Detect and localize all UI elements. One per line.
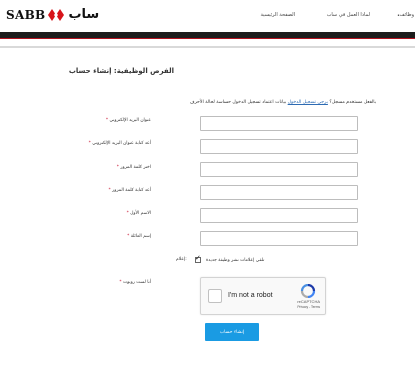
required-marker: *: [126, 211, 129, 216]
recaptcha-brand: reCAPTCHA: [297, 299, 320, 304]
required-marker: *: [116, 165, 119, 170]
robot-check-label-text: أنا لست روبوت: [122, 280, 151, 285]
confirm-password-label: أعد كتابة كلمة المرور *: [109, 188, 151, 193]
job-alerts-label: تلقي إعلامات نشر وظيفة جديدة: [206, 258, 265, 263]
required-marker: *: [127, 234, 130, 239]
required-marker: *: [105, 118, 109, 123]
confirm-email-field[interactable]: [200, 139, 358, 154]
last-name-label: إسم العائلة *: [127, 234, 151, 239]
required-marker: *: [108, 188, 111, 193]
hexagon-logo-icon: [48, 8, 65, 21]
header-accent-line: [0, 38, 415, 39]
robot-check-label: أنا لست روبوت *: [119, 280, 151, 285]
checkmark-icon: ✓: [195, 254, 201, 262]
alerts-side-label: إعلام:: [176, 257, 187, 262]
login-link[interactable]: برجى تسجيل الدخول: [288, 100, 328, 105]
intro-text-after: بيانات اعتماد تسجيل الدخول حساسة لحالة ا…: [189, 100, 288, 105]
nav-link-why-join[interactable]: لماذا العمل في ساب: [327, 12, 370, 18]
confirm-password-label-text: أعد كتابة كلمة المرور: [112, 188, 151, 193]
logo-arabic-text: ساب: [68, 7, 100, 22]
intro-text-before: بالفعل مستخدم مسجل؟: [327, 100, 376, 105]
password-label: اختر كلمة المرور *: [117, 165, 151, 170]
confirm-email-label: أعد كتابة عنوان البريد الإلكتروني *: [89, 141, 151, 146]
recaptcha-logo-icon: [300, 284, 316, 298]
login-intro-text: بالفعل مستخدم مسجل؟ برجى تسجيل الدخول بي…: [190, 100, 376, 105]
last-name-field[interactable]: [200, 231, 358, 246]
recaptcha-label: I'm not a robot: [228, 292, 273, 299]
required-marker: *: [119, 280, 122, 285]
first-name-field[interactable]: [200, 208, 358, 223]
first-name-label: الاسم الأول *: [127, 211, 151, 216]
confirm-password-field[interactable]: [200, 185, 358, 200]
email-field[interactable]: [200, 116, 358, 131]
last-name-label-text: إسم العائلة: [130, 234, 151, 239]
content-divider: [0, 46, 415, 48]
logo-latin-text: SABB: [6, 7, 46, 22]
required-marker: *: [88, 141, 91, 146]
password-label-text: اختر كلمة المرور: [120, 165, 151, 170]
nav-link-home[interactable]: الصفحة الرئيسية: [261, 12, 296, 18]
recaptcha-widget: I'm not a robot reCAPTCHA Privacy - Term…: [200, 277, 326, 315]
recaptcha-terms-link[interactable]: Privacy - Terms: [297, 305, 320, 309]
sabb-logo[interactable]: SABB ساب: [6, 7, 99, 22]
create-account-button[interactable]: إنشاء حساب: [205, 323, 259, 341]
page-title: الفرص الوظيفية: إنشاء حساب: [68, 67, 174, 75]
first-name-label-text: الاسم الأول: [130, 211, 151, 216]
confirm-email-label-text: أعد كتابة عنوان البريد الإلكتروني: [92, 141, 151, 146]
recaptcha-checkbox[interactable]: [208, 289, 222, 303]
email-label: عنوان البريد الإلكتروني *: [106, 118, 151, 123]
nav-link-careers[interactable]: وظائف: [400, 12, 415, 18]
site-header: SABB ساب • وظائف لماذا العمل في ساب الصف…: [0, 0, 415, 32]
email-label-text: عنوان البريد الإلكتروني: [109, 118, 151, 123]
password-field[interactable]: [200, 162, 358, 177]
